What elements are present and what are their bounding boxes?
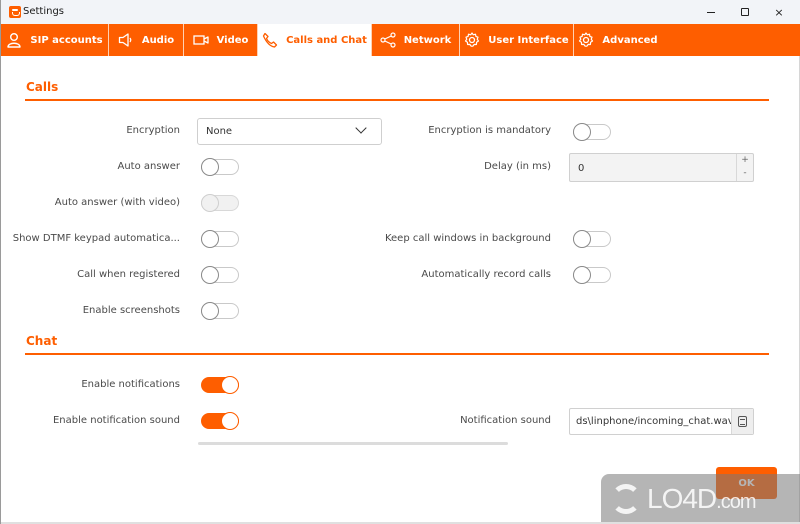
calls-section-title: Calls bbox=[26, 80, 59, 94]
horizontal-scrollbar[interactable] bbox=[198, 442, 508, 445]
lo4d-logo-icon bbox=[611, 484, 641, 514]
maximize-icon bbox=[741, 8, 749, 16]
encryption-mandatory-label: Encryption is mandatory bbox=[428, 125, 551, 136]
keep-call-windows-toggle[interactable] bbox=[573, 230, 611, 248]
tab-label: Advanced bbox=[602, 34, 658, 46]
tab-audio[interactable]: Audio bbox=[109, 24, 184, 56]
enable-screenshots-toggle[interactable] bbox=[201, 302, 239, 320]
enable-notifications-label: Enable notifications bbox=[81, 379, 180, 390]
toggle-knob bbox=[221, 376, 239, 394]
increment-button[interactable]: + bbox=[737, 154, 753, 167]
show-dtmf-label: Show DTMF keypad automatica... bbox=[12, 233, 180, 244]
video-camera-icon bbox=[192, 35, 209, 45]
watermark-text: LO4D.com bbox=[647, 483, 757, 515]
notification-sound-label: Notification sound bbox=[460, 415, 551, 426]
minimize-icon bbox=[707, 11, 715, 13]
watermark-brand: LO4D bbox=[647, 483, 717, 514]
toggle-knob bbox=[201, 266, 219, 284]
close-icon: × bbox=[774, 5, 784, 19]
tab-sip-accounts[interactable]: SIP accounts bbox=[1, 24, 109, 56]
maximize-button[interactable] bbox=[728, 0, 762, 24]
enable-notification-sound-toggle[interactable] bbox=[201, 412, 239, 430]
lo4d-watermark: LO4D.com bbox=[601, 474, 800, 524]
tab-video[interactable]: Video bbox=[184, 24, 258, 56]
title-bar: Settings × bbox=[1, 0, 800, 24]
window-title: Settings bbox=[23, 6, 65, 17]
linphone-app-icon bbox=[9, 6, 21, 18]
chat-section-divider bbox=[25, 353, 769, 355]
close-button[interactable]: × bbox=[762, 0, 796, 24]
toggle-knob bbox=[573, 123, 591, 141]
auto-answer-video-toggle[interactable] bbox=[201, 194, 239, 212]
auto-answer-toggle[interactable] bbox=[201, 158, 239, 176]
tab-network[interactable]: Network bbox=[372, 24, 460, 56]
toggle-knob bbox=[201, 158, 219, 176]
speaker-icon bbox=[118, 33, 132, 47]
phone-icon bbox=[262, 32, 278, 48]
tab-user-interface[interactable]: User Interface bbox=[460, 24, 574, 56]
toggle-knob bbox=[201, 230, 219, 248]
tab-calls-and-chat[interactable]: Calls and Chat bbox=[258, 24, 372, 56]
call-when-registered-toggle[interactable] bbox=[201, 266, 239, 284]
notification-sound-field[interactable]: ds\linphone/incoming_chat.wav bbox=[569, 408, 754, 435]
enable-notifications-toggle[interactable] bbox=[201, 376, 239, 394]
encryption-select[interactable]: None bbox=[197, 118, 382, 145]
minimize-button[interactable] bbox=[694, 0, 728, 24]
tab-advanced[interactable]: Advanced bbox=[574, 24, 662, 56]
tab-label: User Interface bbox=[488, 34, 569, 46]
tab-label: Video bbox=[216, 34, 249, 46]
chat-section-title: Chat bbox=[26, 334, 58, 348]
toggle-knob bbox=[221, 412, 239, 430]
gear-icon bbox=[465, 32, 480, 47]
toggle-knob bbox=[201, 302, 219, 320]
watermark-suffix: .com bbox=[716, 491, 756, 513]
toggle-knob bbox=[201, 194, 219, 212]
encryption-selected-value: None bbox=[206, 126, 233, 137]
delay-label: Delay (in ms) bbox=[484, 161, 551, 172]
auto-answer-label: Auto answer bbox=[117, 161, 180, 172]
auto-record-label: Automatically record calls bbox=[421, 269, 551, 280]
auto-answer-video-label: Auto answer (with video) bbox=[54, 197, 180, 208]
calls-section-divider bbox=[25, 99, 769, 101]
user-icon bbox=[7, 33, 22, 48]
auto-record-toggle[interactable] bbox=[573, 266, 611, 284]
file-icon bbox=[738, 416, 747, 427]
settings-tab-bar: SIP accounts Audio Video Calls and Chat … bbox=[1, 24, 800, 56]
toggle-knob bbox=[573, 230, 591, 248]
show-dtmf-toggle[interactable] bbox=[201, 230, 239, 248]
encryption-label: Encryption bbox=[126, 125, 180, 136]
delay-value: 0 bbox=[578, 163, 585, 174]
toggle-knob bbox=[573, 266, 591, 284]
browse-file-button[interactable] bbox=[731, 409, 753, 434]
gear-icon bbox=[579, 32, 594, 47]
share-icon bbox=[380, 32, 396, 48]
tab-label: Calls and Chat bbox=[286, 34, 367, 46]
keep-call-windows-label: Keep call windows in background bbox=[384, 233, 551, 244]
call-when-registered-label: Call when registered bbox=[77, 269, 180, 280]
encryption-mandatory-toggle[interactable] bbox=[573, 123, 611, 141]
chevron-down-icon bbox=[355, 122, 367, 134]
tab-label: SIP accounts bbox=[30, 34, 103, 46]
enable-notification-sound-label: Enable notification sound bbox=[52, 415, 180, 426]
decrement-button[interactable]: - bbox=[737, 167, 753, 180]
delay-spinbox[interactable]: 0 + - bbox=[569, 153, 754, 182]
settings-window: Settings × SIP accounts Audio Video Call… bbox=[0, 0, 800, 524]
tab-label: Network bbox=[403, 34, 452, 46]
notification-sound-path: ds\linphone/incoming_chat.wav bbox=[576, 416, 731, 427]
delay-spin-buttons: + - bbox=[736, 154, 753, 181]
tab-label: Audio bbox=[141, 34, 175, 46]
enable-screenshots-label: Enable screenshots bbox=[82, 305, 180, 316]
